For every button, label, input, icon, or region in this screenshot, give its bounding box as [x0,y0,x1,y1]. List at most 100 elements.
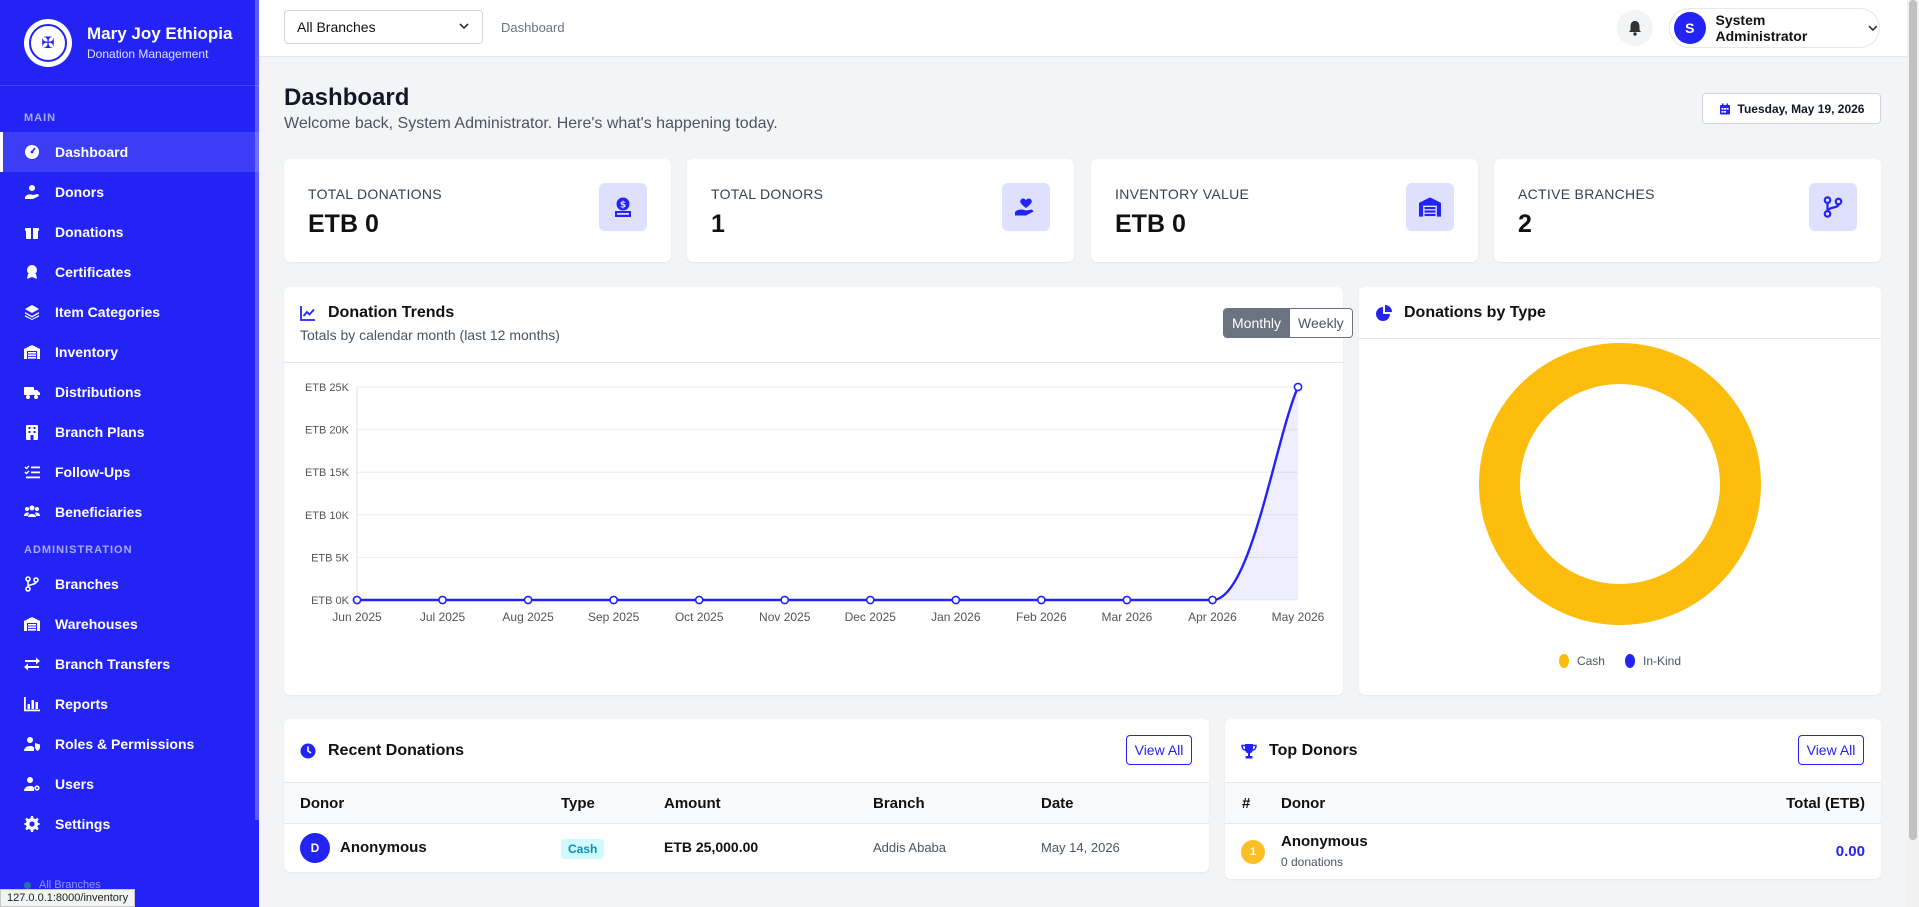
page-scrollbar[interactable] [1907,0,1919,907]
sidebar-item-label: Follow-Ups [55,464,131,480]
data-point [1122,595,1132,605]
stat-label: INVENTORY VALUE [1115,186,1250,202]
user-menu-button[interactable]: S System Administrator [1669,8,1880,48]
top-donors-title: Top Donors [1269,742,1358,759]
sidebar-item-warehouses[interactable]: Warehouses [0,604,259,644]
page-title: Dashboard [284,84,410,111]
sidebar-item-certificates[interactable]: Certificates [0,252,259,292]
top-donors-card: Top Donors View All # Donor Total (ETB) … [1225,719,1881,879]
warehouse-icon [1406,183,1454,231]
sidebar-item-branch-transfers[interactable]: Branch Transfers [0,644,259,684]
stat-value: ETB 0 [308,210,379,238]
legend-item-in-kind[interactable]: In-Kind [1624,654,1682,668]
pie-slice-cash[interactable] [1479,343,1761,625]
nav-section-administration: ADMINISTRATION [24,544,133,556]
sidebar-item-donors[interactable]: Donors [0,172,259,212]
stat-label: TOTAL DONATIONS [308,186,442,202]
donations-by-type-chart [1479,343,1761,625]
sidebar-item-label: Donors [55,184,104,200]
table-row[interactable]: 1 Anonymous 0 donations 0.00 [1225,825,1881,879]
rank-badge: 1 [1241,840,1265,864]
x-tick-label: Oct 2025 [675,610,724,624]
scrollbar-thumb[interactable] [1909,0,1917,840]
sidebar-item-label: Beneficiaries [55,504,143,520]
column-header-rank[interactable]: # [1242,795,1250,812]
view-all-donors-button[interactable]: View All [1798,735,1864,765]
sidebar-item-users[interactable]: Users [0,764,259,804]
stat-value: 1 [711,210,725,238]
table-row[interactable]: D Anonymous Cash ETB 25,000.00 Addis Aba… [284,825,1209,872]
users-icon [24,504,40,520]
sidebar-item-dashboard[interactable]: Dashboard [0,132,259,172]
toggle-weekly[interactable]: Weekly [1289,309,1352,337]
x-tick-label: May 2026 [1272,610,1325,624]
stat-value: 2 [1518,210,1532,238]
brand-subtitle: Donation Management [87,47,209,61]
sidebar-item-label: Branch Transfers [55,656,171,672]
column-header-type[interactable]: Type [561,795,595,812]
column-header-donor[interactable]: Donor [300,795,344,812]
data-point [780,595,790,605]
status-dot-icon [24,881,31,889]
gear-icon [24,816,40,832]
stat-card-active-branches: ACTIVE BRANCHES 2 [1494,159,1881,262]
sidebar-item-distributions[interactable]: Distributions [0,372,259,412]
column-header-branch[interactable]: Branch [873,795,925,812]
chevron-down-icon [1867,22,1879,34]
sidebar-item-roles-permissions[interactable]: Roles & Permissions [0,724,259,764]
sidebar: ✠ Mary Joy Ethiopia Donation Management … [0,0,259,907]
topbar: All Branches Dashboard S System Administ… [259,0,1907,57]
x-tick-label: Apr 2026 [1188,610,1237,624]
sidebar-item-inventory[interactable]: Inventory [0,332,259,372]
sidebar-item-label: Users [55,776,94,792]
branch-select[interactable]: All Branches [284,10,483,44]
warehouse-icon [24,616,40,632]
column-header-total[interactable]: Total (ETB) [1786,795,1865,812]
sidebar-item-reports[interactable]: Reports [0,684,259,724]
sidebar-item-item-categories[interactable]: Item Categories [0,292,259,332]
sidebar-item-label: Inventory [55,344,119,360]
view-all-donations-button[interactable]: View All [1126,735,1192,765]
sidebar-item-settings[interactable]: Settings [0,804,259,844]
series-line [357,386,1300,602]
legend-item-cash[interactable]: Cash [1558,654,1605,668]
column-header-donor[interactable]: Donor [1281,795,1325,812]
data-point [865,595,875,605]
sidebar-item-label: Distributions [55,384,142,400]
avatar: S [1674,12,1706,44]
card-title: Top Donors [1241,742,1358,760]
sidebar-item-beneficiaries[interactable]: Beneficiaries [0,492,259,532]
notifications-button[interactable] [1617,10,1653,46]
sidebar-item-branches[interactable]: Branches [0,564,259,604]
stat-card-total-donations: TOTAL DONATIONS ETB 0 [284,159,671,262]
x-tick-label: Dec 2025 [845,610,897,624]
donor-name: Anonymous [340,839,427,856]
legend-label: In-Kind [1642,654,1682,668]
current-date: Tuesday, May 19, 2026 [1737,101,1865,116]
sidebar-scrollbar[interactable] [255,0,259,820]
branch-select-value: All Branches [297,19,376,35]
sidebar-item-label: Certificates [55,264,132,280]
x-tick-label: Nov 2025 [759,610,811,624]
warehouse-icon [24,344,40,360]
column-header-date[interactable]: Date [1041,795,1074,812]
column-header-amount[interactable]: Amount [664,795,721,812]
sidebar-item-follow-ups[interactable]: Follow-Ups [0,452,259,492]
donor-donation-count: 0 donations [1281,855,1344,869]
sidebar-item-label: Branch Plans [55,424,145,440]
legend-swatch [1624,654,1635,668]
x-tick-label: Mar 2026 [1102,610,1153,624]
sidebar-item-donations[interactable]: Donations [0,212,259,252]
organization-logo[interactable]: ✠ [24,18,72,67]
sidebar-item-label: Settings [55,816,111,832]
toggle-monthly[interactable]: Monthly [1224,309,1290,337]
sidebar-header: ✠ Mary Joy Ethiopia Donation Management [0,0,259,86]
link-url-tooltip: 127.0.0.1:8000/inventory [0,889,136,907]
sidebar-item-branch-plans[interactable]: Branch Plans [0,412,259,452]
donor-avatar: D [300,833,330,863]
y-tick-label: ETB 5K [311,552,350,564]
stat-card-inventory-value: INVENTORY VALUE ETB 0 [1091,159,1478,262]
x-tick-label: Sep 2025 [588,610,640,624]
chevron-down-icon [458,20,470,32]
logo-emblem-icon: ✠ [29,23,67,62]
